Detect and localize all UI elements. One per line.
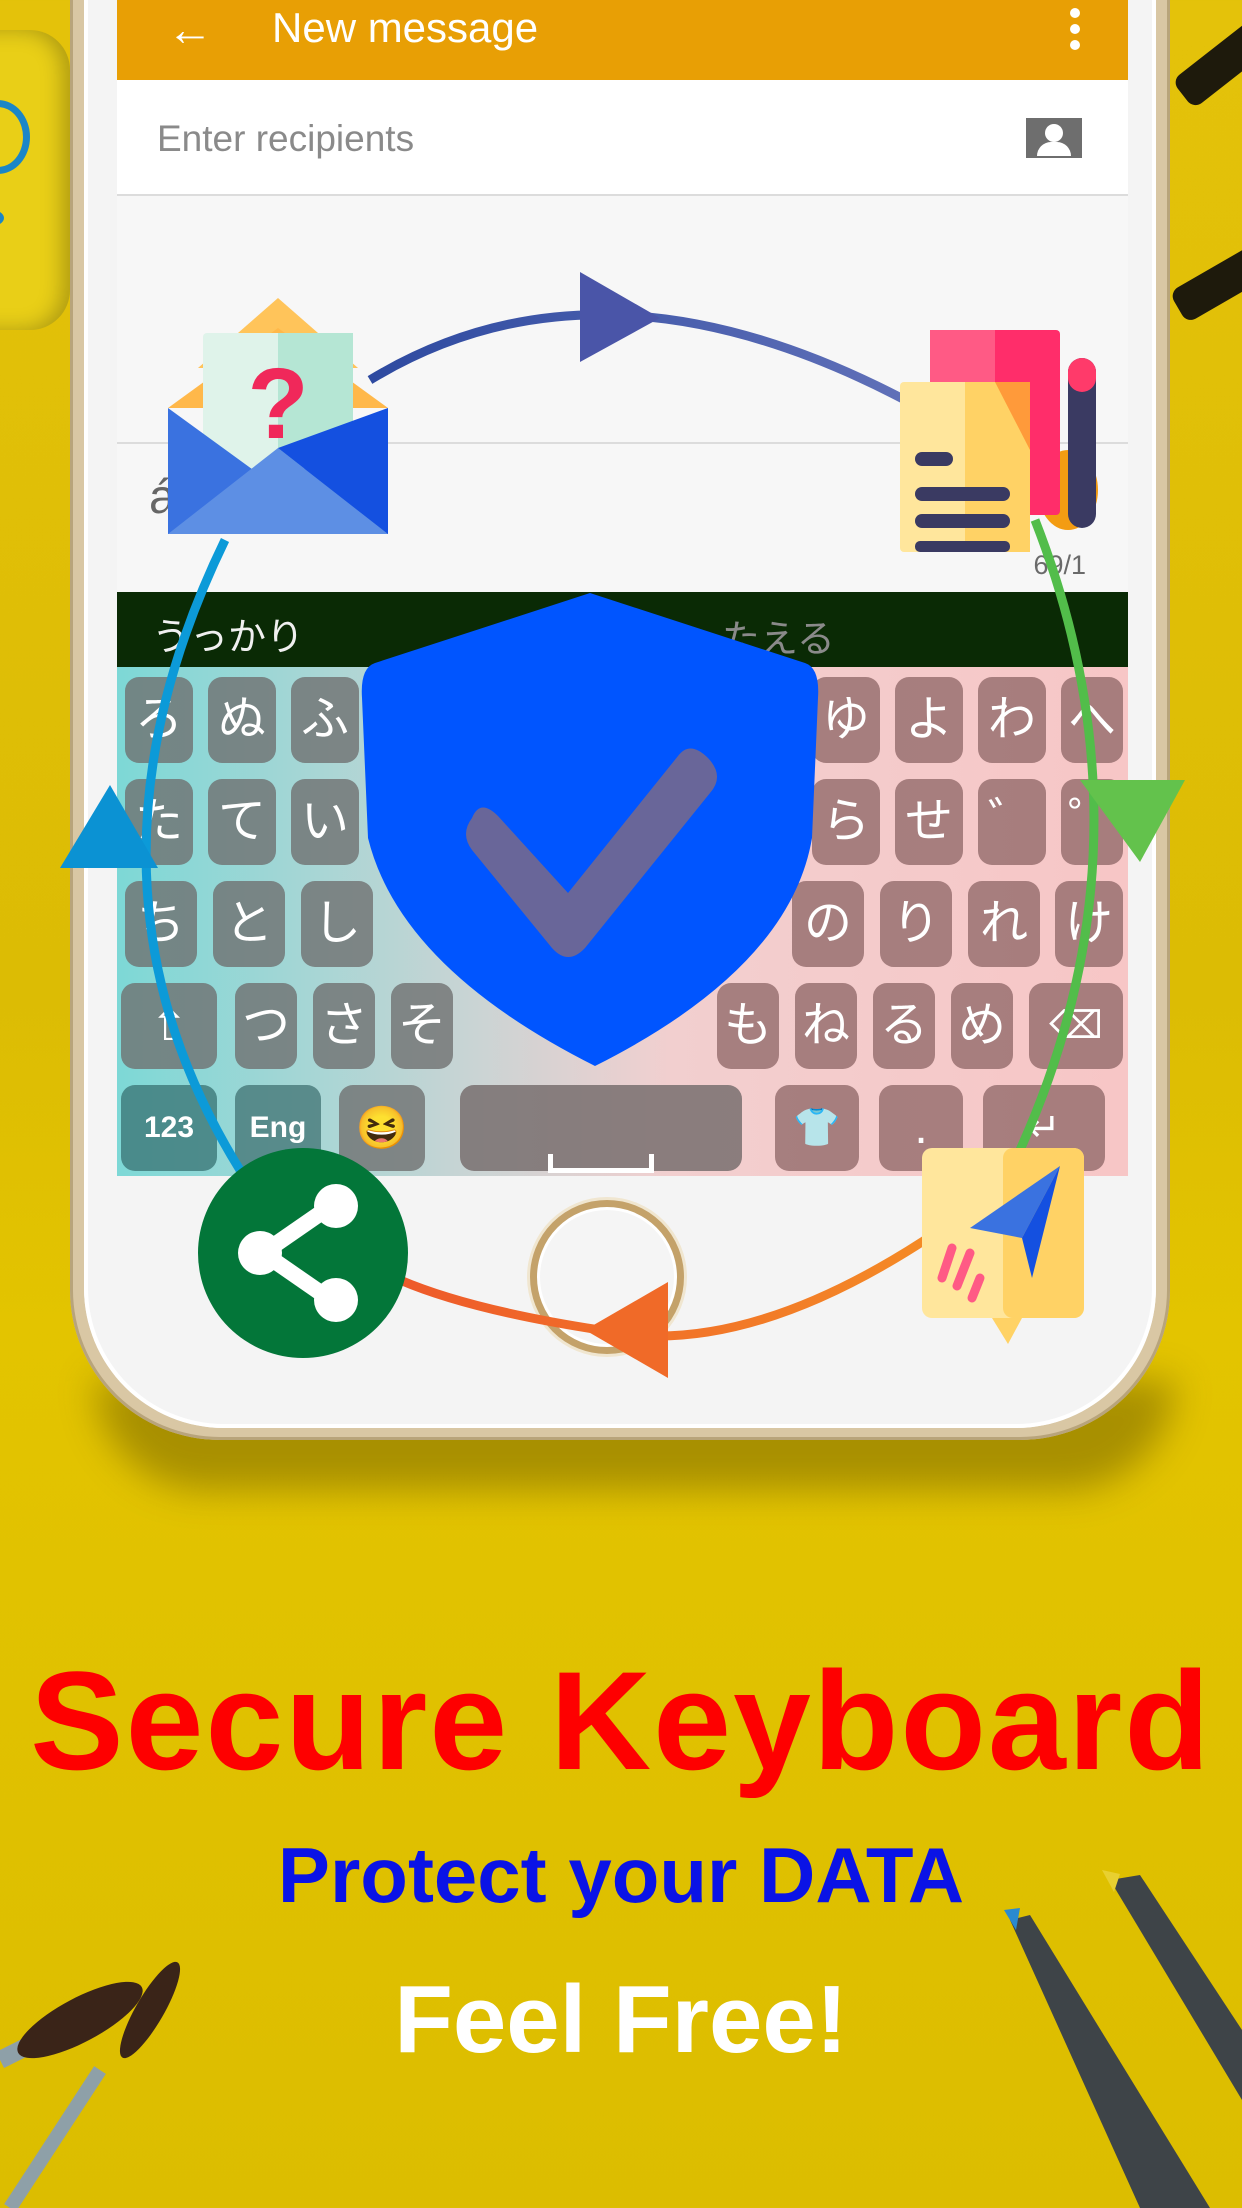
arc-right <box>1015 518 1099 1152</box>
arc-left <box>141 538 244 1173</box>
documents-pencil-icon <box>900 330 1096 552</box>
shield-check-icon <box>361 593 819 1066</box>
promo-tagline: Feel Free! <box>394 1966 848 2073</box>
arrow-top-icon <box>580 272 660 362</box>
promo-subhead: Protect your DATA <box>277 1831 965 1919</box>
send-message-icon <box>922 1148 1084 1344</box>
share-icon <box>198 1148 408 1358</box>
arrow-bottom-icon <box>585 1282 668 1378</box>
envelope-question-icon: ? <box>168 298 388 534</box>
promo-headline: Secure Keyboard <box>30 1642 1212 1799</box>
